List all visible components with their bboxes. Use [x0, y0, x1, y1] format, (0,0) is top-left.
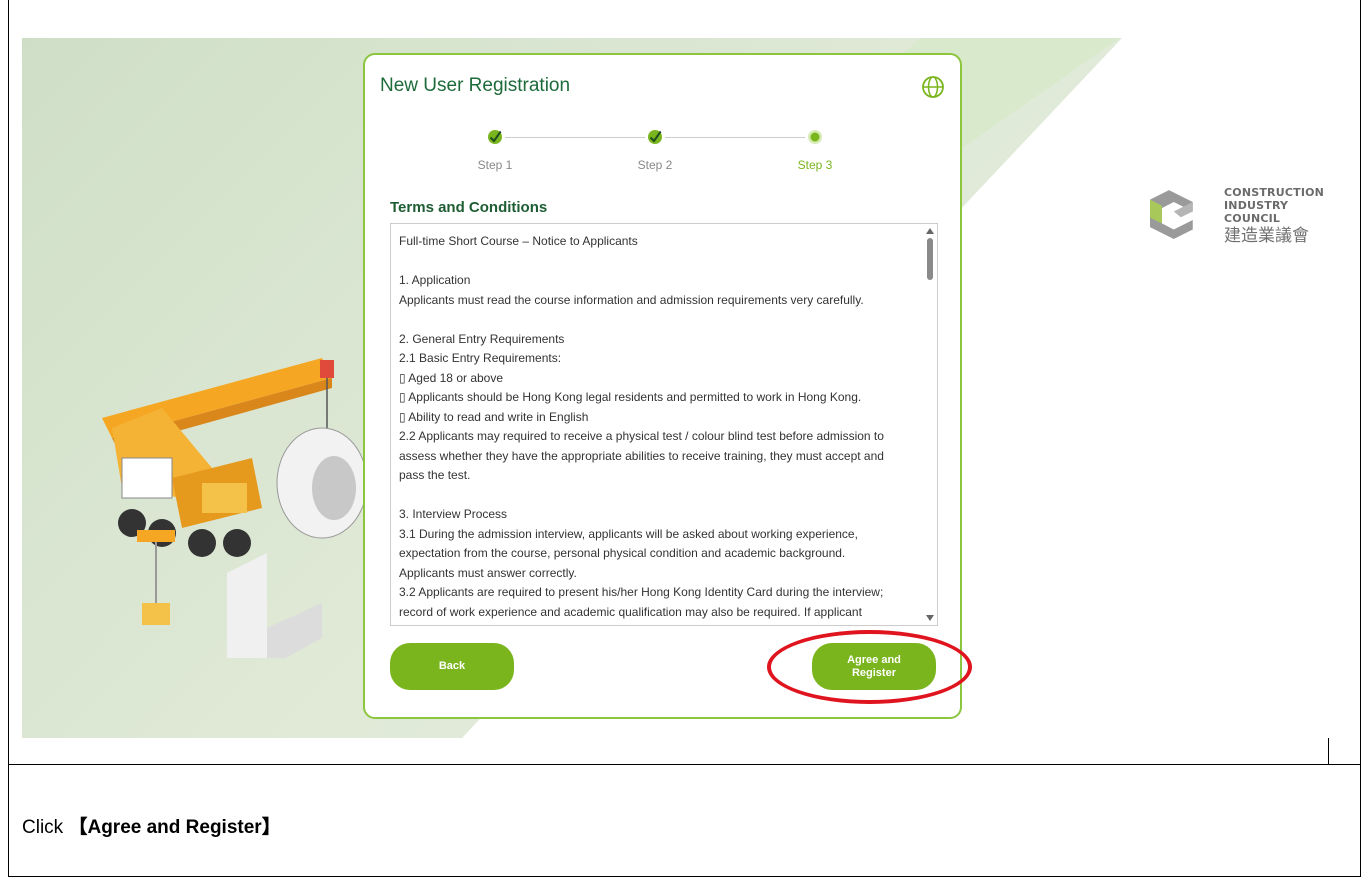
document-table-divider [8, 764, 1361, 765]
back-button[interactable]: Back [390, 643, 514, 690]
logo-zh: 建造業議會 [1224, 226, 1309, 246]
instruction-prefix: Click [22, 817, 69, 838]
step-1-label: Step 1 [477, 158, 513, 172]
terms-line [399, 252, 919, 272]
terms-line: ▯ Ability to read and write in English [399, 409, 589, 424]
crane-illustration [102, 358, 368, 658]
logo-en-line2: INDUSTRY COUNCIL [1224, 199, 1289, 225]
step-3-label: Step 3 [797, 158, 833, 172]
registration-card: New User Registration Step 1 Step 2 Step… [363, 53, 962, 719]
terms-line: 3.1 During the admission interview, appl… [399, 526, 858, 541]
current-step-icon [808, 130, 822, 144]
terms-line: 3. Interview Process [399, 507, 508, 521]
terms-line [399, 310, 919, 330]
cic-logo-text: CONSTRUCTION INDUSTRY COUNCIL 建造業議會 [1224, 186, 1328, 247]
terms-line: cannot submit the required documents dur… [399, 622, 919, 625]
step-2: Step 2 [615, 127, 695, 172]
step-indicator: Step 1 Step 2 Step 3 [455, 127, 855, 177]
terms-line: ▯ Applicants should be Hong Kong legal r… [399, 390, 862, 404]
step-3: Step 3 [775, 127, 855, 172]
instruction-open-bracket: 【 [68, 817, 88, 838]
terms-line: Applicants must read the course informat… [399, 292, 864, 307]
terms-line: 2. General Entry Requirements [399, 331, 565, 346]
step-2-label: Step 2 [637, 158, 673, 172]
step-1: Step 1 [455, 127, 535, 172]
terms-line: assess whether they have the appropriate… [399, 448, 884, 463]
terms-line: ▯ Aged 18 or above [399, 370, 504, 385]
instruction-text: Click 【Agree and Register】 [22, 812, 281, 839]
scrollbar[interactable] [923, 224, 937, 625]
terms-line: 2.2 Applicants may required to receive a… [399, 429, 884, 443]
instruction-action: Agree and Register [87, 817, 262, 838]
terms-line: 1. Application [399, 273, 471, 287]
screenshot-edge-line [1328, 738, 1329, 764]
instruction-close-bracket: 】 [261, 817, 281, 838]
terms-line: pass the test. [399, 468, 471, 482]
terms-scroll-box[interactable]: Full-time Short Course – Notice to Appli… [390, 223, 938, 626]
logo-en-line1: CONSTRUCTION [1224, 186, 1325, 199]
terms-text: Full-time Short Course – Notice to Appli… [399, 232, 919, 625]
terms-heading: Terms and Conditions [390, 199, 548, 216]
scroll-thumb[interactable] [927, 238, 933, 280]
page-title: New User Registration [380, 75, 571, 96]
globe-icon[interactable] [921, 75, 945, 99]
terms-line: expectation from the course, personal ph… [399, 546, 846, 560]
terms-line: record of work experience and academic q… [399, 604, 862, 619]
terms-line: 3.2 Applicants are required to present h… [399, 585, 884, 599]
terms-line: 2.1 Basic Entry Requirements: [399, 351, 562, 365]
scroll-down-arrow-icon[interactable] [926, 615, 934, 621]
check-icon [648, 130, 662, 144]
highlight-ellipse [767, 630, 972, 704]
check-icon [488, 130, 502, 144]
scroll-up-arrow-icon[interactable] [926, 228, 934, 234]
terms-line: Full-time Short Course – Notice to Appli… [399, 234, 638, 248]
terms-line [399, 486, 919, 506]
terms-line: Applicants must answer correctly. [399, 565, 577, 580]
